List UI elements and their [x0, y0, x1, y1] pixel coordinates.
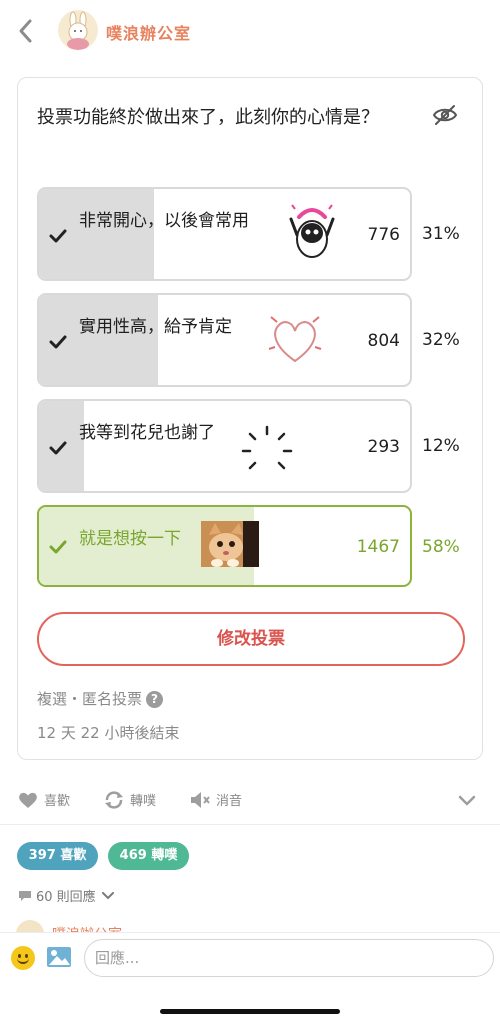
- mute-label: 消音: [216, 794, 243, 809]
- header: 噗浪辦公室: [0, 0, 500, 62]
- mute-button[interactable]: 消音: [190, 790, 242, 809]
- poll-option-4-label: 就是想按一下: [79, 529, 181, 549]
- penguin-sticker-icon: [289, 204, 335, 258]
- replurk-button[interactable]: 轉噗: [104, 790, 156, 809]
- reply-composer: [0, 932, 500, 1024]
- check-icon: [49, 335, 67, 349]
- image-upload-icon[interactable]: [46, 945, 72, 969]
- poll-option-2-percent: 32%: [422, 330, 460, 350]
- heart-hands-sticker-icon: [268, 316, 322, 363]
- poll-option-4[interactable]: 就是想按一下 1467: [37, 505, 412, 587]
- poll-card: 投票功能終於做出來了，此刻你的心情是？ 非常開心，以後會常用 776 31% 實…: [17, 77, 483, 760]
- poll-option-3-count: 293: [367, 437, 400, 457]
- reply-preview: 噗浪辦公室: [16, 918, 316, 932]
- likes-count-badge[interactable]: 397 喜歡: [17, 842, 98, 870]
- cat-sticker-icon: [201, 521, 259, 567]
- emoji-icon[interactable]: [11, 946, 35, 970]
- home-indicator: [160, 1009, 340, 1014]
- post-actions: 喜歡 轉噗 消音: [18, 790, 482, 816]
- poll-meta-text: 複選・匿名投票: [37, 690, 143, 708]
- replurk-icon: [105, 790, 123, 809]
- poll-option-1-percent: 31%: [422, 224, 460, 244]
- reply-avatar: [16, 920, 44, 932]
- help-icon[interactable]: ?: [146, 691, 164, 708]
- divider: [0, 824, 500, 825]
- poll-option-2-label: 實用性高，給予肯定: [79, 317, 232, 337]
- chevron-down-icon[interactable]: [458, 795, 476, 807]
- replies-toggle[interactable]: 60 則回應: [18, 886, 118, 905]
- speaker-mute-icon: [191, 791, 210, 808]
- back-chevron-icon[interactable]: [14, 16, 38, 46]
- author-avatar[interactable]: [58, 10, 98, 50]
- check-icon: [49, 441, 67, 455]
- poll-option-1-count: 776: [367, 225, 400, 245]
- poll-option-3[interactable]: 我等到花兒也謝了 293: [37, 399, 412, 493]
- poll-meta: 複選・匿名投票?: [37, 688, 164, 709]
- poll-option-3-label: 我等到花兒也謝了: [79, 423, 215, 443]
- speech-bubble-icon: [19, 890, 31, 901]
- poll-question: 投票功能終於做出來了，此刻你的心情是？: [37, 107, 379, 128]
- poll-end-time: 12 天 22 小時後結束: [37, 724, 180, 742]
- reply-author: 噗浪辦公室: [52, 924, 122, 932]
- poll-option-3-percent: 12%: [422, 436, 460, 456]
- replurks-count-badge[interactable]: 469 轉噗: [108, 842, 189, 870]
- edit-vote-button[interactable]: 修改投票: [37, 612, 465, 666]
- rabbit-avatar-icon: [67, 11, 89, 50]
- like-button[interactable]: 喜歡: [18, 790, 70, 809]
- hide-results-eye-icon[interactable]: [432, 104, 458, 126]
- check-icon: [49, 229, 67, 243]
- poll-option-4-count: 1467: [356, 537, 400, 557]
- poll-option-1-label: 非常開心，以後會常用: [79, 211, 249, 231]
- chevron-down-icon: [101, 891, 114, 899]
- reply-input[interactable]: [84, 939, 494, 977]
- poll-option-4-percent: 58%: [422, 537, 460, 557]
- check-icon: [49, 540, 67, 554]
- replies-count: 60 則回應: [36, 890, 96, 905]
- replurk-label: 轉噗: [130, 794, 157, 809]
- loading-spinner-icon: [241, 425, 293, 470]
- heart-icon: [19, 792, 37, 808]
- like-label: 喜歡: [44, 794, 71, 809]
- poll-option-2-count: 804: [367, 331, 400, 351]
- poll-option-1[interactable]: 非常開心，以後會常用 776: [37, 187, 412, 281]
- plurk-post-page: 噗浪辦公室 投票功能終於做出來了，此刻你的心情是？ 非常開心，以後會常用 776…: [0, 0, 500, 1024]
- poll-option-2[interactable]: 實用性高，給予肯定 804: [37, 293, 412, 387]
- author-name[interactable]: 噗浪辦公室: [106, 20, 191, 44]
